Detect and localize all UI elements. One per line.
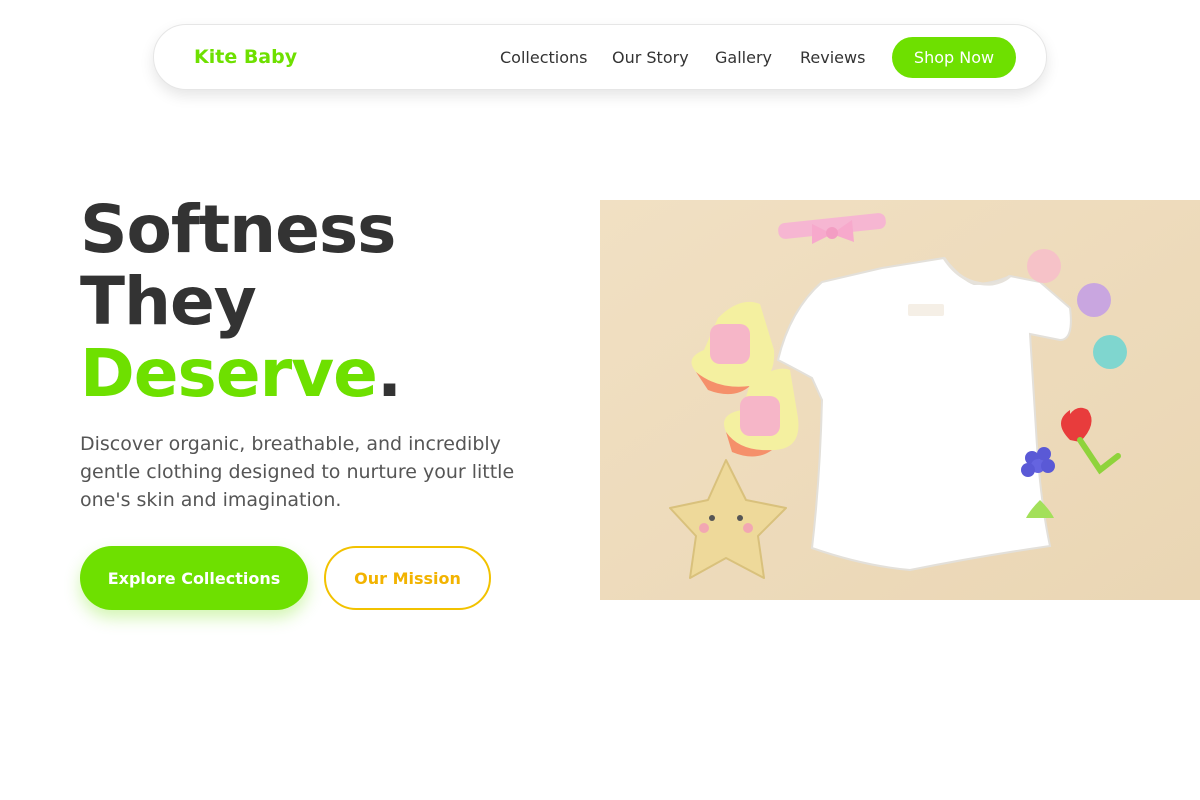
nav-link-collections[interactable]: Collections (500, 48, 587, 67)
explore-collections-button[interactable]: Explore Collections (80, 546, 308, 610)
nav-link-gallery[interactable]: Gallery (715, 48, 772, 67)
hero-title: Softness They Deserve. (80, 194, 560, 410)
shop-now-button[interactable]: Shop Now (892, 37, 1016, 78)
navbar: Kite Baby Collections Our Story Gallery … (153, 24, 1047, 90)
hero-title-accent: Deserve (80, 335, 378, 412)
nav-link-our-story[interactable]: Our Story (612, 48, 689, 67)
baby-clothes-illustration (600, 200, 1200, 600)
brand-logo[interactable]: Kite Baby (194, 46, 297, 68)
hero-title-line-2: They (80, 263, 257, 340)
nav-link-reviews[interactable]: Reviews (800, 48, 865, 67)
hero-image (600, 200, 1200, 600)
hero-title-period: . (376, 335, 402, 412)
hero-title-line-1: Softness (80, 191, 396, 268)
hero-description: Discover organic, breathable, and incred… (80, 433, 515, 511)
our-mission-button[interactable]: Our Mission (324, 546, 491, 610)
t-shirt (776, 256, 1072, 572)
